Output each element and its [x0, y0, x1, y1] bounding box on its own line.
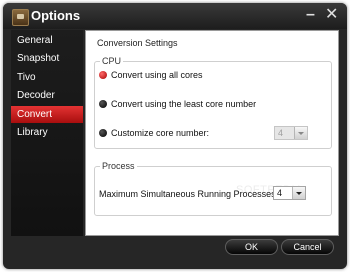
max-processes-label: Maximum Simultaneous Running Processes: [99, 189, 279, 199]
sidebar-item-tivo[interactable]: Tivo [11, 69, 83, 86]
radio-customize-cores[interactable] [99, 129, 107, 137]
sidebar-item-general[interactable]: General [11, 32, 83, 49]
sidebar-item-decoder[interactable]: Decoder [11, 87, 83, 104]
core-number-value: 4 [278, 128, 284, 138]
title-bar[interactable]: Options – ✕ [3, 3, 347, 29]
settings-panel: Conversion Settings SOFTPEDIA CPU Conver… [85, 30, 339, 236]
process-group-label: Process [100, 161, 137, 171]
options-dialog: Options – ✕ General Snapshot Tivo Decode… [3, 3, 347, 269]
sidebar: General Snapshot Tivo Decoder Convert Li… [11, 30, 83, 236]
core-number-combo: 4 [274, 126, 308, 140]
radio-least-cores[interactable] [99, 100, 107, 108]
chevron-down-icon [294, 127, 307, 139]
window-title: Options [31, 8, 81, 23]
option-least-cores-label[interactable]: Convert using the least core number [111, 99, 256, 109]
cpu-group: CPU Convert using all cores Convert usin… [94, 56, 332, 149]
minimize-button[interactable]: – [306, 6, 315, 24]
option-customize-cores-label[interactable]: Customize core number: [111, 128, 209, 138]
process-group: Process Maximum Simultaneous Running Pro… [94, 161, 332, 216]
sidebar-item-library[interactable]: Library [11, 124, 83, 141]
cpu-group-label: CPU [100, 56, 124, 66]
sidebar-item-convert[interactable]: Convert [11, 106, 83, 123]
chevron-down-icon[interactable] [292, 187, 305, 199]
max-processes-value: 4 [277, 188, 283, 198]
cancel-button[interactable]: Cancel [281, 239, 334, 255]
radio-all-cores[interactable] [99, 71, 107, 79]
page-title: Conversion Settings [97, 38, 178, 48]
max-processes-combo[interactable]: 4 [273, 186, 306, 200]
option-all-cores-label[interactable]: Convert using all cores [111, 70, 203, 80]
app-logo-icon [12, 9, 29, 26]
sidebar-item-snapshot[interactable]: Snapshot [11, 50, 83, 67]
close-button[interactable]: ✕ [325, 6, 338, 24]
ok-button[interactable]: OK [225, 239, 278, 255]
